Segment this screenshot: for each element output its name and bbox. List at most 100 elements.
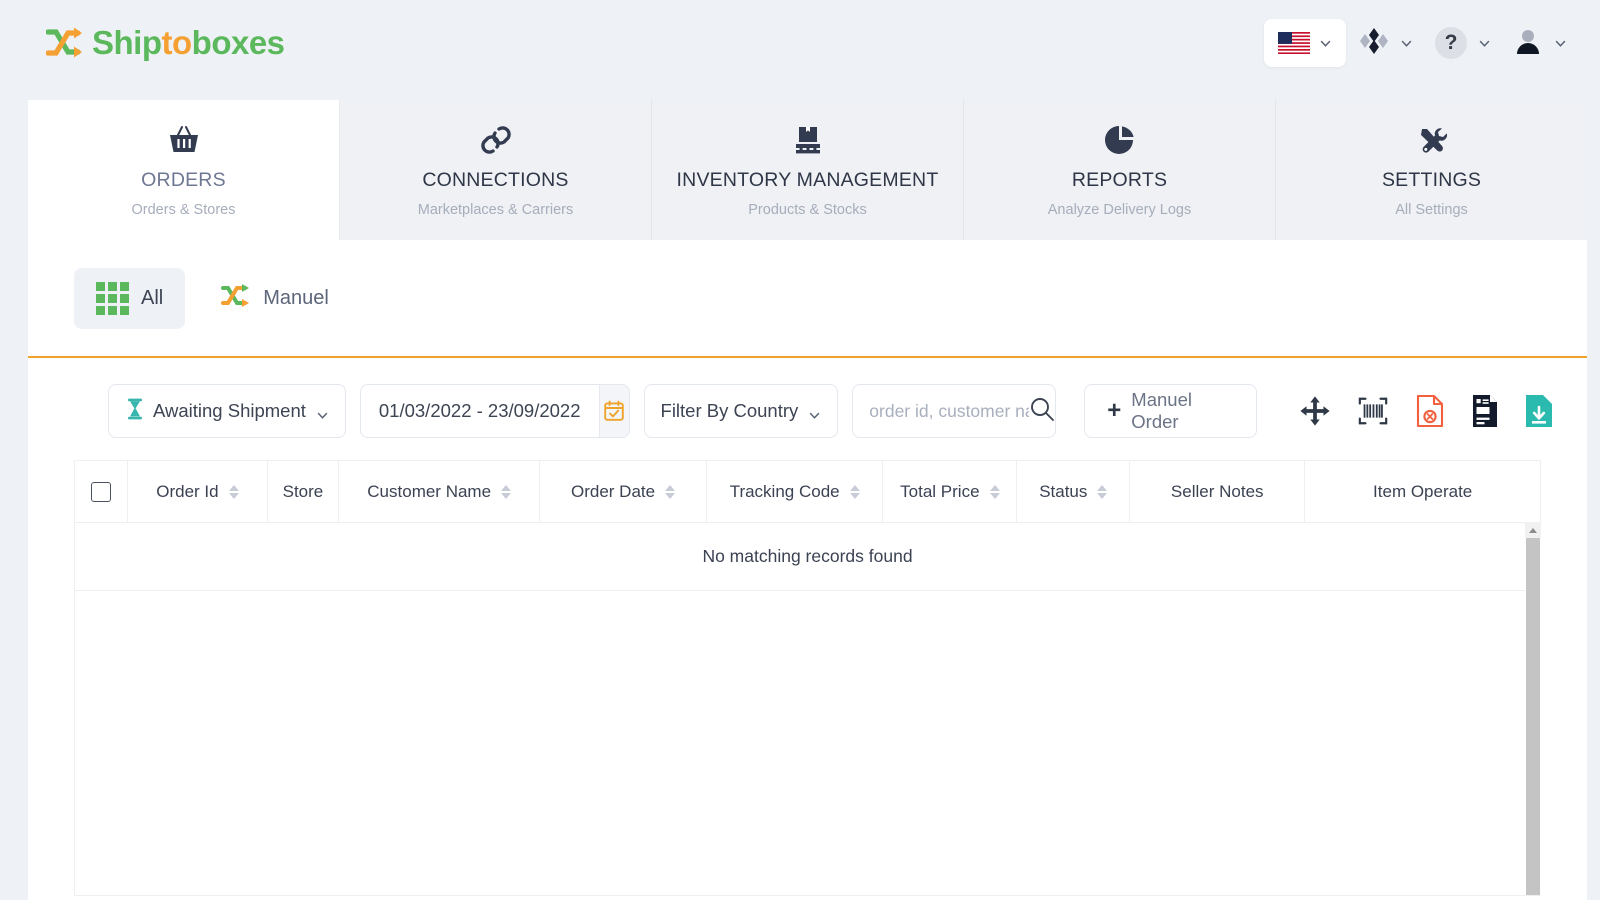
sort-arrows-icon[interactable]	[501, 484, 512, 499]
shuffle-icon	[45, 26, 86, 60]
status-filter-dropdown[interactable]: Awaiting Shipment	[108, 384, 346, 438]
select-all-checkbox[interactable]	[91, 481, 112, 502]
status-filter-label: Awaiting Shipment	[153, 400, 306, 421]
us-flag-icon	[1278, 32, 1310, 54]
caret-up-icon[interactable]	[1525, 522, 1541, 538]
manuel-order-button[interactable]: + Manuel Order	[1084, 384, 1257, 438]
sort-arrows-icon[interactable]	[1097, 484, 1108, 499]
nav-tab-connections[interactable]: CONNECTIONS Marketplaces & Carriers	[340, 100, 652, 240]
nav-tab-title: ORDERS	[141, 168, 226, 191]
chevron-down-icon	[1319, 37, 1332, 50]
orders-table: Order Id Store Customer Name Order Date …	[73, 460, 1541, 591]
scrollbar-thumb[interactable]	[1526, 538, 1540, 895]
table-vertical-scrollbar[interactable]	[1525, 522, 1541, 895]
top-bar-actions: ?	[1264, 19, 1576, 67]
sub-tab-label: All	[141, 286, 164, 309]
account-menu[interactable]	[1504, 26, 1576, 61]
nav-tab-inventory-management[interactable]: INVENTORY MANAGEMENT Products & Stocks	[652, 100, 964, 240]
shuffle-icon	[221, 283, 251, 314]
nav-tab-orders[interactable]: ORDERS Orders & Stores	[28, 100, 340, 240]
sort-arrows-icon[interactable]	[665, 484, 676, 499]
sub-tab-all[interactable]: All	[74, 267, 186, 329]
nav-tab-subtitle: All Settings	[1395, 201, 1468, 218]
date-range-picker[interactable]: 01/03/2022 - 23/09/2022	[359, 384, 630, 438]
sort-arrows-icon[interactable]	[989, 484, 1000, 499]
tools-icon	[1415, 123, 1449, 157]
invoice-document-icon[interactable]	[1471, 394, 1499, 428]
plus-icon: +	[1107, 397, 1122, 424]
apps-menu[interactable]	[1350, 26, 1422, 61]
box-pallet-icon	[791, 123, 825, 157]
empty-state-message: No matching records found	[74, 522, 1541, 591]
search-icon[interactable]	[1029, 396, 1055, 427]
barcode-scan-icon[interactable]	[1357, 395, 1389, 427]
search-input[interactable]	[869, 400, 1030, 422]
orders-table-body: No matching records found	[74, 522, 1541, 591]
view-switcher: All Manuel	[28, 240, 1587, 356]
pie-chart-icon	[1103, 123, 1137, 157]
sort-arrows-icon[interactable]	[849, 484, 860, 499]
empty-state-row: No matching records found	[74, 522, 1541, 591]
table-body-filler	[74, 591, 1541, 896]
date-range-value: 01/03/2022 - 23/09/2022	[378, 400, 581, 421]
calendar-icon[interactable]	[598, 385, 629, 437]
table-header-row: Order Id Store Customer Name Order Date …	[73, 460, 1541, 523]
user-avatar-icon	[1513, 26, 1543, 61]
column-store[interactable]: Store	[266, 460, 340, 523]
chevron-down-icon	[1400, 37, 1413, 50]
orders-table-container: Order Id Store Customer Name Order Date …	[28, 460, 1587, 896]
brand-name: Shiptoboxes	[92, 24, 285, 62]
move-arrows-icon[interactable]	[1299, 395, 1331, 427]
file-cancel-icon[interactable]	[1415, 394, 1445, 428]
brand-logo[interactable]: Shiptoboxes	[45, 24, 285, 62]
column-label: Order Id	[156, 481, 219, 501]
search-box[interactable]	[852, 384, 1057, 438]
nav-tab-title: CONNECTIONS	[422, 168, 569, 191]
language-selector[interactable]	[1264, 19, 1346, 67]
column-status[interactable]: Status	[1016, 460, 1131, 523]
column-order-date[interactable]: Order Date	[539, 460, 708, 523]
toolbar-action-icons	[1271, 394, 1587, 428]
column-customer-name[interactable]: Customer Name	[338, 460, 541, 523]
nav-tab-subtitle: Orders & Stores	[131, 201, 236, 218]
column-label: Customer Name	[367, 481, 492, 501]
nav-tab-reports[interactable]: REPORTS Analyze Delivery Logs	[964, 100, 1276, 240]
country-filter-label: Filter By Country	[660, 400, 799, 421]
country-filter-dropdown[interactable]: Filter By Country	[643, 384, 839, 438]
chevron-down-icon	[316, 405, 329, 419]
column-seller-notes: Seller Notes	[1129, 460, 1306, 523]
column-label: Tracking Code	[729, 481, 840, 501]
nav-tab-title: INVENTORY MANAGEMENT	[676, 168, 939, 191]
column-order-id[interactable]: Order Id	[127, 460, 268, 523]
help-menu[interactable]: ?	[1426, 27, 1500, 59]
nav-tab-title: REPORTS	[1071, 168, 1168, 191]
column-label: Store	[282, 481, 324, 501]
nav-tab-subtitle: Marketplaces & Carriers	[417, 201, 574, 218]
top-bar: Shiptoboxes ?	[0, 0, 1600, 86]
chain-link-icon	[479, 123, 513, 157]
nav-tab-settings[interactable]: SETTINGS All Settings	[1276, 100, 1587, 240]
chevron-down-icon	[1554, 37, 1567, 50]
column-select-all	[73, 460, 129, 523]
brand-name-part1: Ship	[92, 24, 162, 61]
column-label: Seller Notes	[1170, 481, 1264, 501]
nav-tab-title: SETTINGS	[1381, 168, 1482, 191]
column-total-price[interactable]: Total Price	[882, 460, 1018, 523]
manuel-order-label: Manuel Order	[1131, 389, 1192, 432]
column-item-operate: Item Operate	[1304, 460, 1541, 523]
nav-tab-subtitle: Products & Stocks	[748, 201, 867, 218]
grid-icon	[96, 281, 129, 315]
four-diamonds-icon	[1359, 26, 1389, 61]
orders-table-head: Order Id Store Customer Name Order Date …	[73, 460, 1541, 523]
brand-name-part2: to	[161, 24, 193, 61]
column-label: Item Operate	[1373, 481, 1473, 501]
download-icon[interactable]	[1525, 394, 1553, 428]
sort-arrows-icon[interactable]	[228, 484, 239, 499]
shopping-basket-icon	[167, 123, 201, 157]
column-tracking-code[interactable]: Tracking Code	[706, 460, 884, 523]
filter-toolbar: Awaiting Shipment 01/03/2022 - 23/09/202…	[28, 358, 1587, 460]
sub-tab-manuel[interactable]: Manuel	[199, 269, 351, 328]
hourglass-icon	[127, 398, 143, 424]
nav-tab-subtitle: Analyze Delivery Logs	[1047, 201, 1192, 218]
question-mark-icon: ?	[1435, 27, 1467, 59]
